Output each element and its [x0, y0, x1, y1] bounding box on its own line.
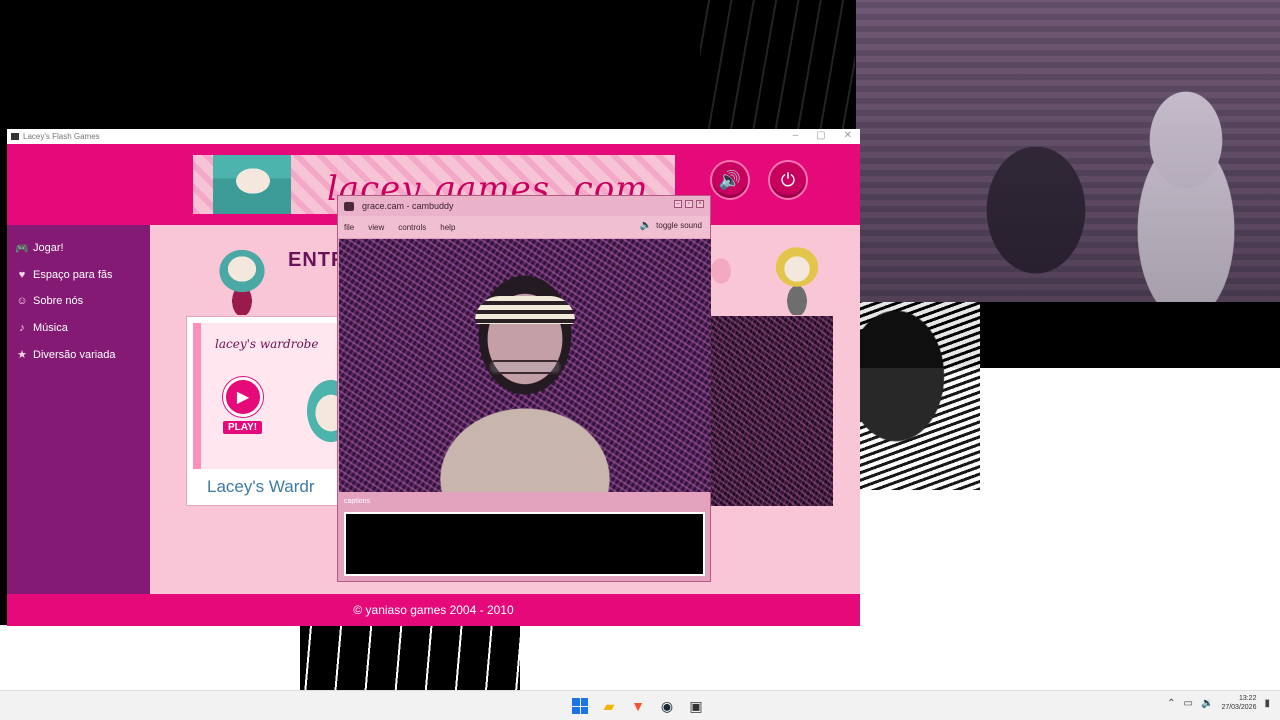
popup-window-controls: – ▫ × — [674, 200, 704, 208]
nav-label: Espaço para fãs — [33, 268, 113, 281]
game-card-wardrobe[interactable]: lacey's wardrobe ▶ PLAY! Lacey's Wardr — [186, 316, 346, 506]
popup-menubar: file view controls help 🔈 toggle sound — [338, 216, 710, 238]
speaker-icon: 🔊 — [718, 169, 742, 190]
game-app-icon[interactable]: ▣ — [686, 696, 706, 716]
toggle-sound-label: toggle sound — [656, 221, 702, 230]
webcam-tint — [856, 0, 1280, 302]
card-script-title: lacey's wardrobe — [215, 337, 319, 351]
window-titlebar[interactable]: Lacey's Flash Games – ▢ ✕ — [7, 129, 860, 144]
menu-help[interactable]: help — [440, 223, 455, 232]
nav-label: Jogar! — [33, 242, 64, 255]
site-footer: © yaniaso games 2004 - 2010 — [7, 594, 860, 626]
chevron-up-icon[interactable]: ⌃ — [1167, 698, 1175, 709]
popup-title: grace.cam - cambuddy — [362, 201, 454, 211]
camera-app-icon — [344, 201, 354, 211]
volume-icon[interactable]: 🔉 — [1201, 698, 1213, 709]
taskbar: ▰ ▼ ◉ ▣ ⌃ ▭ 🔉 13:22 27/03/2026 ▮ — [0, 690, 1280, 720]
fans-icon: ♥ — [18, 268, 26, 281]
play-button[interactable]: ▶ — [223, 377, 263, 417]
play-icon: ▶ — [236, 389, 250, 406]
toggle-sound-button[interactable]: 🔈 toggle sound — [640, 220, 702, 231]
wallpaper-art-right — [860, 300, 980, 490]
nav-label: Diversão variada — [33, 348, 116, 361]
mascot-character — [208, 241, 276, 315]
clock-date: 27/03/2026 — [1221, 704, 1257, 711]
banner-character — [213, 155, 291, 214]
network-icon[interactable]: ▭ — [1184, 698, 1193, 709]
system-tray: ⌃ ▭ 🔉 13:22 27/03/2026 ▮ — [1167, 694, 1270, 712]
menu-view[interactable]: view — [368, 223, 384, 232]
popup-titlebar[interactable]: grace.cam - cambuddy – ▫ × — [338, 196, 710, 216]
clock[interactable]: 13:22 27/03/2026 — [1221, 694, 1256, 712]
play-label[interactable]: PLAY! — [223, 421, 263, 434]
sidebar-nav: 🎮 Jogar! ♥ Espaço para fãs ☺ Sobre nós ♪… — [7, 225, 150, 594]
close-icon[interactable]: × — [696, 200, 704, 208]
card-thumbnail: lacey's wardrobe ▶ PLAY! — [193, 323, 345, 473]
desktop: Lacey's Flash Games – ▢ ✕ lacey games .c… — [0, 0, 1280, 720]
brave-browser-icon[interactable]: ▼ — [628, 696, 648, 716]
windows-start-icon[interactable] — [570, 696, 590, 716]
feed-glasses — [489, 360, 561, 374]
maximize-icon[interactable]: ▫ — [685, 200, 693, 208]
card-name[interactable]: Lacey's Wardr — [207, 477, 314, 497]
nav-label: Sobre nós — [33, 295, 84, 308]
window-controls: – ▢ ✕ — [793, 130, 852, 141]
menu-controls[interactable]: controls — [398, 223, 426, 232]
power-button[interactable]: ⏻ — [768, 160, 808, 200]
nav-item-fans[interactable]: ♥ Espaço para fãs — [7, 262, 150, 289]
webcam-feed — [339, 239, 711, 492]
wallpaper-art-bottom — [300, 625, 520, 690]
captions-box — [344, 512, 705, 576]
power-icon: ⏻ — [780, 169, 796, 190]
file-explorer-icon[interactable]: ▰ — [599, 696, 619, 716]
static-noise-panel — [711, 316, 833, 506]
gamepad-icon: 🎮 — [15, 242, 29, 255]
star-icon: ★ — [17, 349, 27, 362]
speaker-icon: 🔈 — [639, 220, 653, 231]
minimize-icon[interactable]: – — [674, 200, 682, 208]
nav-item-music[interactable]: ♪ Música — [7, 315, 150, 342]
nav-item-about[interactable]: ☺ Sobre nós — [7, 288, 150, 315]
menu-file[interactable]: file — [344, 223, 354, 232]
nav-label: Música — [33, 322, 68, 335]
close-icon[interactable]: ✕ — [844, 130, 852, 141]
info-icon: ☺ — [16, 295, 28, 308]
nav-item-fun[interactable]: ★ Diversão variada — [7, 341, 150, 368]
steam-icon[interactable]: ◉ — [657, 696, 677, 716]
window-title: Lacey's Flash Games — [23, 132, 100, 141]
app-icon — [11, 133, 19, 140]
sound-button[interactable]: 🔊 — [710, 160, 750, 200]
feed-beanie — [475, 296, 575, 324]
captions-label: captions — [344, 498, 371, 505]
taskbar-apps: ▰ ▼ ◉ ▣ — [570, 696, 706, 716]
mascot-character — [762, 237, 832, 315]
wallpaper-art-top — [700, 0, 855, 130]
clock-time: 13:22 — [1238, 695, 1257, 702]
nav-item-jogar[interactable]: 🎮 Jogar! — [7, 235, 150, 262]
music-icon: ♪ — [19, 322, 25, 335]
maximize-icon[interactable]: ▢ — [816, 130, 825, 141]
notification-icon[interactable]: ▮ — [1264, 698, 1270, 709]
minimize-icon[interactable]: – — [793, 130, 799, 141]
cambuddy-window: grace.cam - cambuddy – ▫ × file view con… — [337, 195, 711, 582]
